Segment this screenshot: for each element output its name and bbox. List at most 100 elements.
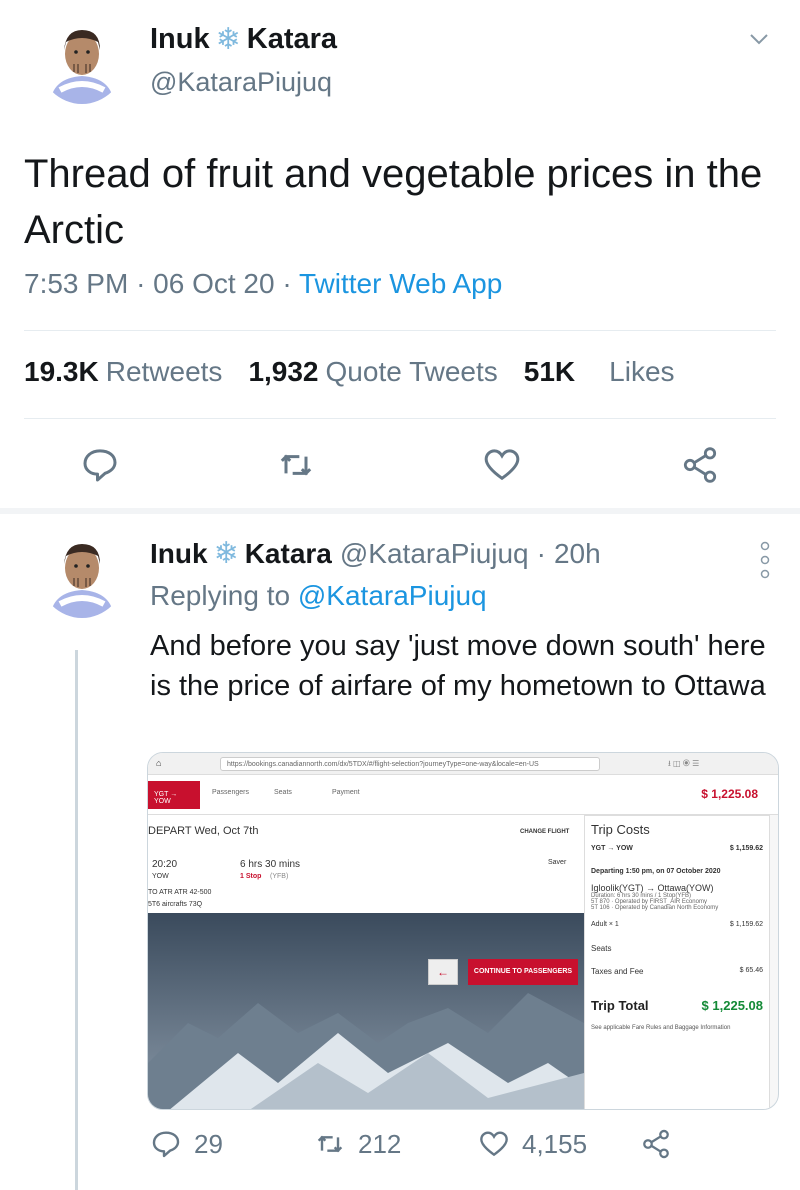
quote-tweets-stat[interactable]: 1,932 Quote Tweets [248,356,497,388]
change-flight: CHANGE FLIGHT [520,829,570,835]
main-tweet-header: Inuk ❄ Katara @KataraPiujuq [150,22,337,98]
departing: Departing 1:50 pm, on 07 October 2020 [591,868,721,875]
user-handle[interactable]: @KataraPiujuq [150,67,337,98]
reply-header: Inuk ❄ Katara @KataraPiujuq · 20h [150,536,601,571]
divider [24,418,776,419]
adult-label: Adult × 1 [591,921,619,928]
main-action-bar [80,443,740,487]
booking-steps: YGT → YOW Passengers Seats Payment $ 1,2… [148,775,778,815]
reply-count: 29 [194,1128,223,1159]
browser-bar: ⌂ https://bookings.canadiannorth.com/dx/… [148,753,778,775]
display-name-first[interactable]: Inuk [150,538,208,570]
reply-icon[interactable] [150,1128,182,1160]
tweet-meta: 7:53 PM · 06 Oct 20 · Twitter Web App [24,268,502,300]
quotes-label: Quote Tweets [325,356,498,387]
heart-icon[interactable] [478,1128,510,1160]
fare-class: Saver [548,859,567,866]
stops: 1 Stop [240,873,262,880]
user-handle[interactable]: @KataraPiujuq [340,538,529,570]
likes-stat[interactable]: 51K Likes [524,356,675,388]
likes-label: Likes [609,356,675,387]
flight-info-2: 5T6 aircrafts 73Q [148,901,203,908]
route-row: YGT → YOW $ 1,159.62 [591,845,763,852]
retweet-action[interactable]: 212 [314,1128,401,1160]
retweet-icon[interactable] [276,445,316,485]
share-icon[interactable] [640,1128,672,1160]
reply-icon[interactable] [80,445,120,485]
more-vertical-icon[interactable] [758,540,772,580]
leg-2: 5T 106 · Operated by Canadian North Econ… [591,905,719,911]
dep-airport: YOW [152,873,169,880]
thread-line [75,650,78,1190]
route: YGT → YOW [591,845,633,852]
duration: 6 hrs 30 mins [240,859,301,870]
retweet-icon[interactable] [314,1128,346,1160]
top-price: $ 1,225.08 [701,787,758,801]
chevron-down-icon[interactable] [748,28,770,50]
snowflake-icon: ❄ [213,537,239,570]
depart-label: DEPART Wed, Oct 7th [148,825,259,837]
trip-costs-panel: Trip Costs YGT → YOW $ 1,159.62 Departin… [584,815,770,1109]
trip-costs-title: Trip Costs [591,822,650,837]
snowflake-icon: ❄ [215,23,241,56]
like-count: 4,155 [522,1128,588,1159]
taxes-value: $ 65.46 [739,967,763,974]
attached-image[interactable]: ⌂ https://bookings.canadiannorth.com/dx/… [147,752,779,1110]
retweets-stat[interactable]: 19.3K Retweets [24,356,222,388]
meta-separator: · [536,537,546,569]
replying-mention[interactable]: @KataraPiujuq [298,580,487,611]
step-flight: YGT → YOW [148,781,200,809]
adult-price: $ 1,159.62 [729,921,763,928]
step-payment: Payment [332,789,360,796]
display-name-first: Inuk [150,23,210,55]
meta-separator: · [282,268,292,299]
likes-count: 51K [523,356,576,387]
share-icon[interactable] [680,445,720,485]
trip-total-label: Trip Total [591,998,649,1013]
url-box: https://bookings.canadiannorth.com/dx/5T… [220,757,600,771]
total-row: Trip Total $ 1,225.08 [591,998,763,1013]
seats-label: Seats [591,944,612,953]
tweet-source[interactable]: Twitter Web App [299,268,502,299]
tweet-age[interactable]: 20h [554,538,601,570]
retweets-label: Retweets [105,356,223,387]
step-seats: Seats [274,789,292,796]
flight-info-1: TO ATR ATR 42-500 [148,889,212,896]
section-divider [0,508,800,514]
back-button: ← [428,959,458,985]
replying-label: Replying to [150,580,291,611]
tweet-text: Thread of fruit and vegetable prices in … [24,152,763,252]
stops-via: (YFB) [270,873,289,880]
divider [24,330,776,331]
quotes-count: 1,932 [248,356,319,387]
taxes-label: Taxes and Fee [591,967,644,976]
continue-button: CONTINUE TO PASSENGERS [468,959,578,985]
display-name-last: Katara [246,23,338,55]
dep-time: 20:20 [152,859,178,870]
from-to: Igloolik(YGT) → Ottawa(YOW) [591,883,714,893]
like-action[interactable]: 4,155 [478,1128,587,1160]
tweet-date[interactable]: 06 Oct 20 [153,268,274,299]
home-icon: ⌂ [156,758,162,768]
heart-icon[interactable] [482,445,522,485]
step-passengers: Passengers [212,789,249,796]
mountain-landscape [148,913,584,1109]
main-avatar[interactable] [40,20,124,104]
tweet-time[interactable]: 7:53 PM [24,268,128,299]
trip-total-value: $ 1,225.08 [701,998,763,1013]
reply-action[interactable]: 29 [150,1128,223,1160]
share-action[interactable] [640,1128,672,1160]
fare-rules-note: See applicable Fare Rules and Baggage In… [591,1025,731,1031]
meta-separator: · [136,268,146,299]
reply-text: And before you say 'just move down south… [150,630,766,702]
reply-avatar[interactable] [40,534,124,618]
reply-action-bar: 29 212 4,155 [150,1128,750,1172]
display-name-last[interactable]: Katara [245,538,332,570]
adult-row: Adult × 1 $ 1,159.62 [591,921,763,928]
toolbar-icons: ⭳ ◫ ⦿ ☰ [668,759,700,768]
route-price: $ 1,159.62 [729,845,763,852]
display-name[interactable]: Inuk ❄ Katara [150,22,337,57]
replying-to: Replying to @KataraPiujuq [150,580,487,612]
retweets-count: 19.3K [24,356,99,387]
taxes-row: Taxes and Fee $ 65.46 [591,967,763,976]
